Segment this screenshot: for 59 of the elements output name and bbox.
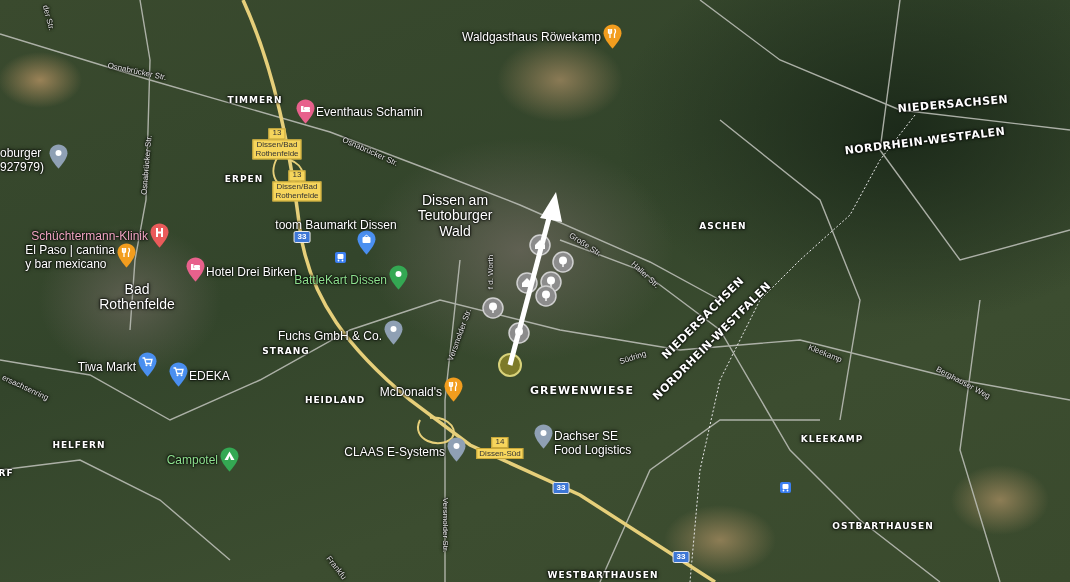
exit-name: Dissen/Bad Rothenfelde [252, 139, 302, 160]
place-label: GREWENWIESE [530, 384, 634, 398]
place-name: Waldgasthaus Röwekamp [462, 31, 601, 45]
tree-marker-icon[interactable] [482, 297, 504, 319]
map-pin-icon[interactable] [533, 424, 553, 449]
town-label: Dissen am Teutoburger Wald [417, 192, 493, 240]
tent-icon[interactable] [219, 447, 239, 472]
tree-marker-icon[interactable] [535, 285, 557, 307]
tree-marker-icon[interactable] [552, 251, 574, 273]
bus-icon[interactable] [779, 481, 791, 493]
bed-icon[interactable] [185, 257, 205, 282]
place-name: CLAAS E-Systems [344, 446, 445, 460]
house-marker-icon[interactable] [529, 234, 551, 256]
bed-icon[interactable] [295, 99, 315, 124]
street-label: Südring [618, 349, 648, 367]
place-name: EDEKA [189, 370, 230, 384]
map-pin-icon[interactable] [446, 437, 466, 462]
fork-knife-icon[interactable] [443, 377, 463, 402]
exit-name: Dissen/Bad Rothenfelde [272, 181, 322, 202]
place-name: El Paso | cantina y bar mexicano [25, 244, 115, 272]
bus-icon[interactable] [334, 251, 346, 263]
map-pin-icon[interactable] [388, 265, 408, 290]
place-name: Eventhaus Schamin [316, 106, 423, 120]
town-label: Bad Rothenfelde [99, 281, 175, 313]
place-name: Campotel [166, 454, 218, 468]
shopping-bag-icon[interactable] [356, 230, 376, 255]
place-name: oburger 927979) [0, 147, 45, 175]
place-label: OSTBARTHAUSEN [832, 522, 934, 532]
motorway-shield: 33 [672, 551, 690, 563]
shopping-cart-icon[interactable] [137, 352, 157, 377]
shopping-cart-icon[interactable] [168, 362, 188, 387]
place-label: RF [0, 469, 14, 479]
street-label: Osnabrücker Str. [140, 134, 154, 196]
place-label: KLEEKAMP [800, 435, 864, 445]
exit-number: 13 [288, 170, 306, 182]
place-name: Dachser SE Food Logistics [554, 430, 632, 458]
place-label: ASCHEN [699, 222, 747, 232]
street-label: der Str. [40, 4, 56, 32]
house-marker-icon[interactable] [516, 272, 538, 294]
street-label: f d. Worth [487, 254, 495, 290]
exit-number: 14 [491, 437, 509, 448]
place-name: Tiwa Markt [77, 361, 136, 375]
motorway-shield: 33 [552, 482, 570, 494]
map-pin-icon[interactable] [383, 320, 403, 345]
tree-marker-icon[interactable] [508, 322, 530, 344]
street-label: Versmolder Str. [441, 497, 449, 553]
motorway-shield: 33 [293, 231, 311, 243]
fork-knife-icon[interactable] [602, 24, 622, 49]
place-label: ERPEN [224, 175, 264, 185]
place-label: HEIDLAND [304, 396, 366, 406]
fork-knife-icon[interactable] [116, 243, 136, 268]
place-label: WESTBARTHAUSEN [547, 571, 659, 581]
place-label: HELFERN [52, 441, 106, 451]
map-pin-icon[interactable] [48, 144, 68, 169]
place-label: STRANG [262, 347, 310, 357]
place-name: Schüchtermann-Klinik [31, 230, 148, 244]
exit-name: Dissen-Süd [476, 447, 524, 459]
hospital-icon[interactable] [149, 223, 169, 248]
exit-number: 13 [268, 128, 286, 140]
